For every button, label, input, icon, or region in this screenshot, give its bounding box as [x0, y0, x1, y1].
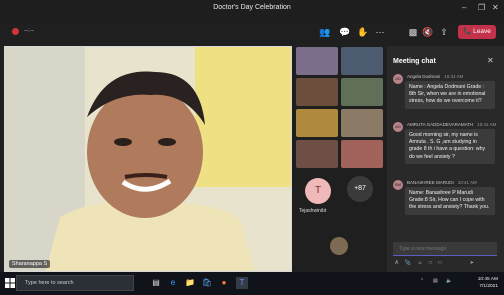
task-view-icon[interactable]: ▤	[150, 277, 162, 289]
avatar: AG	[393, 122, 403, 132]
participant-tile[interactable]	[296, 140, 338, 168]
taskbar-search[interactable]: Type here to search	[16, 275, 134, 291]
participant-tile[interactable]	[341, 78, 383, 106]
message-text: Good morning sir, my name is Amruta . S.…	[405, 129, 495, 164]
camera-icon[interactable]: ▩	[406, 25, 420, 39]
participant-avatar[interactable]: T	[305, 178, 331, 204]
chat-icon[interactable]: 💬	[338, 25, 352, 39]
self-view-avatar[interactable]	[330, 237, 348, 255]
message-time: 10:41 AM	[444, 74, 464, 79]
message-input[interactable]	[397, 243, 495, 255]
message-time: 10:41 AM	[477, 122, 497, 127]
message-author: Angela Dodmani	[407, 74, 441, 79]
participant-tile[interactable]	[296, 109, 338, 137]
meeting-toolbar: --:-- 👥 💬 ✋ ⋯ ▩ 🔇 ⇧ 📞 Leave	[0, 18, 504, 46]
message-text: Name : Angela Dodmani Grade : 8th Sir, w…	[405, 81, 495, 109]
windows-taskbar: Type here to search ▤ e 📁 🛍 ● T ⌃ ▤ 🔈 10…	[0, 272, 504, 295]
chat-title: Meeting chat	[393, 58, 436, 65]
speaker-name-tag: Sharanappa S	[9, 260, 51, 268]
message-author: BANASHREE MARUDI	[407, 180, 454, 185]
message-time: 10:41 AM	[457, 180, 477, 185]
main-video: Sharanappa S	[4, 46, 292, 272]
close-window-icon[interactable]: ✕	[492, 3, 499, 12]
taskbar-clock[interactable]: 10:45 AM 7/1/2021	[470, 276, 498, 290]
message-text: Name: Banashree P Marudi Grade:8 Sir, Ho…	[405, 187, 495, 215]
chat-panel: Meeting chat ✕ AD Angela Dodmani 10:41 AM…	[387, 46, 504, 272]
message-author: AMRUTA GADDADEVARAMATH	[407, 122, 474, 127]
title-bar: Doctor's Day Celebration – ❐ ✕	[0, 0, 504, 18]
meeting-timer: --:--	[24, 28, 34, 34]
participant-tile[interactable]	[341, 140, 383, 168]
participant-tile[interactable]	[341, 109, 383, 137]
emoji-icon[interactable]: ☺	[417, 260, 422, 266]
gif-icon[interactable]: □	[429, 260, 432, 266]
minimize-icon[interactable]: –	[462, 3, 466, 12]
send-icon[interactable]: ➤	[470, 260, 474, 266]
more-participants-button[interactable]: +87	[347, 176, 373, 202]
restore-icon[interactable]: ❐	[478, 3, 485, 12]
participant-tile[interactable]	[296, 47, 338, 75]
sticker-icon[interactable]: □	[438, 260, 441, 266]
more-actions-icon[interactable]: ⋯	[373, 25, 387, 39]
clock-date: 7/1/2021	[479, 284, 498, 289]
reactions-icon[interactable]: ✋	[356, 25, 370, 39]
volume-icon[interactable]: 🔈	[446, 278, 452, 284]
store-icon[interactable]: 🛍	[201, 277, 213, 289]
leave-button[interactable]: 📞 Leave	[458, 25, 496, 39]
recording-icon	[12, 28, 19, 35]
close-chat-icon[interactable]: ✕	[487, 56, 494, 65]
format-icon[interactable]: A	[395, 260, 398, 266]
avatar: BM	[393, 180, 403, 190]
teams-icon[interactable]: T	[236, 277, 248, 289]
window-title: Doctor's Day Celebration	[213, 4, 291, 11]
file-explorer-icon[interactable]: 📁	[184, 277, 196, 289]
speaker-video-image	[5, 47, 291, 271]
share-screen-icon[interactable]: ⇧	[437, 25, 451, 39]
attach-icon[interactable]: 📎	[405, 260, 411, 266]
message-compose-box	[393, 242, 497, 256]
compose-toolbar: A 📎 ☺ □ □ ➤	[395, 260, 499, 268]
search-placeholder: Type here to search	[25, 280, 74, 286]
edge-icon[interactable]: e	[167, 277, 179, 289]
network-icon[interactable]: ▤	[433, 278, 438, 284]
participant-avatar-name: Tejashwinibt	[299, 208, 327, 214]
participants-icon[interactable]: 👥	[318, 25, 332, 39]
avatar: AD	[393, 74, 403, 84]
windows-start-icon[interactable]	[5, 278, 15, 288]
participant-tile[interactable]	[296, 78, 338, 106]
clock-time: 10:45 AM	[477, 277, 498, 282]
firefox-icon[interactable]: ●	[218, 277, 230, 289]
participant-tile[interactable]	[341, 47, 383, 75]
tray-chevron-icon[interactable]: ⌃	[420, 278, 424, 284]
mic-off-icon[interactable]: 🔇	[421, 25, 435, 39]
